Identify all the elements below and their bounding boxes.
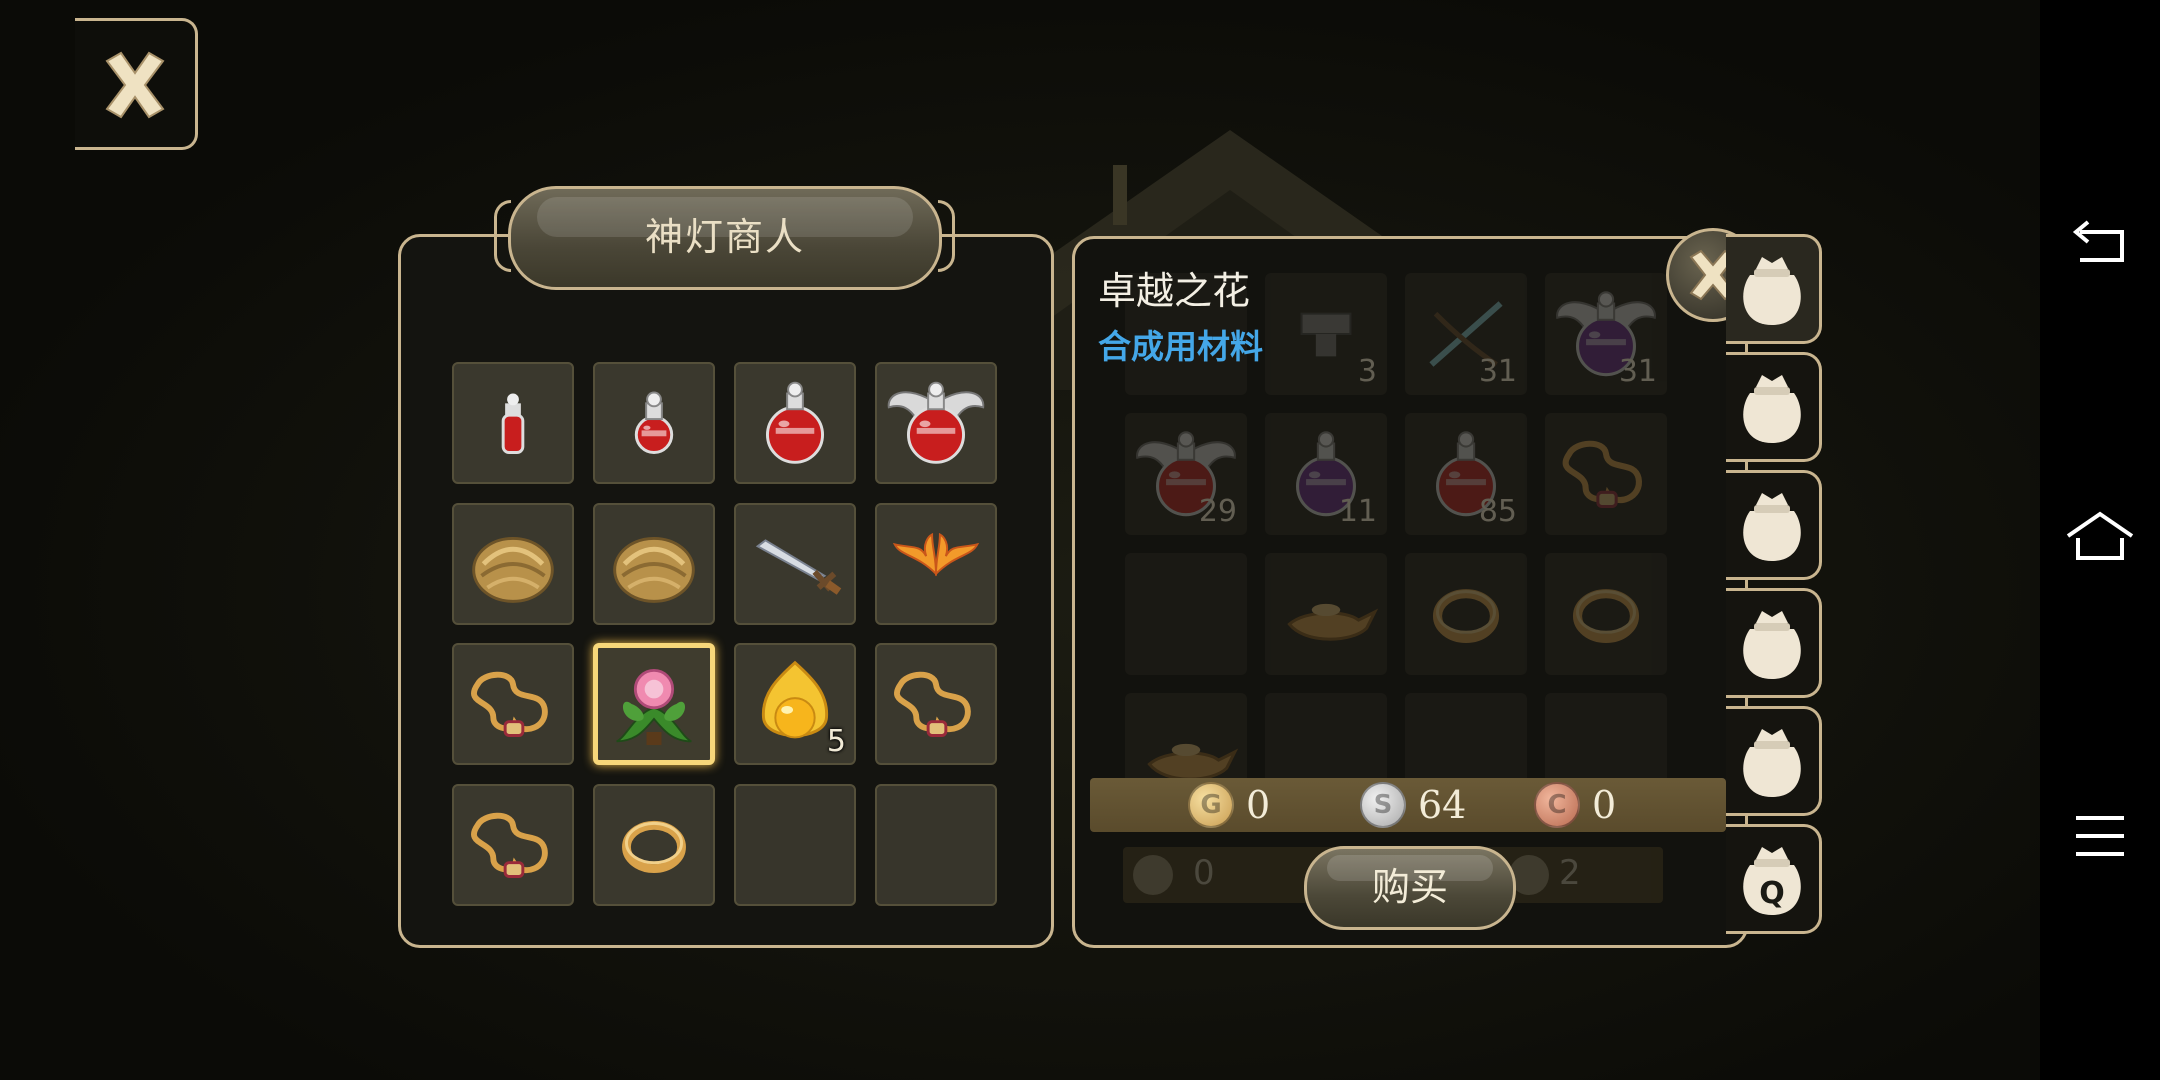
item-count: 5 <box>826 724 846 759</box>
gold-ring-icon <box>622 820 686 874</box>
menu-icon <box>2076 816 2124 856</box>
close-menu-button[interactable] <box>75 18 198 150</box>
price-silver: 64 <box>1418 783 1467 827</box>
shop-item-slot[interactable] <box>452 643 574 765</box>
home-button[interactable] <box>2060 498 2140 578</box>
item-count: 3 <box>1357 354 1377 389</box>
bag-icon <box>1743 257 1801 325</box>
price-bar: G 0 S 64 C 0 <box>1090 778 1726 832</box>
sword-icon <box>755 539 842 595</box>
gold-ring-icon <box>1432 589 1500 643</box>
shop-item-slot[interactable]: 5 <box>734 643 856 765</box>
empty-shop-slot[interactable] <box>875 784 997 906</box>
buy-button-label: 购买 <box>1371 865 1448 909</box>
bag-icon <box>1743 611 1801 679</box>
inventory-slot[interactable]: 29 <box>1125 413 1247 535</box>
gold-ore-icon <box>613 536 695 603</box>
gold-necklace-icon <box>894 671 971 737</box>
roof-pillar <box>1113 165 1127 225</box>
inventory-copper-value: 2 <box>1559 853 1581 893</box>
item-count: 11 <box>1338 494 1377 529</box>
inventory-slot[interactable]: 31 <box>1405 273 1527 395</box>
large-red-potion-icon <box>765 381 825 464</box>
quest-bag-icon: Q <box>1743 847 1801 915</box>
gold-coin-icon: G <box>1188 782 1234 828</box>
shop-item-slot[interactable] <box>875 362 997 484</box>
inventory-slot[interactable] <box>1405 553 1527 675</box>
close-icon <box>105 51 165 119</box>
shop-item-slot[interactable] <box>593 643 715 765</box>
shop-item-slot[interactable] <box>593 362 715 484</box>
shop-title-plate: 神灯商人 <box>508 186 942 290</box>
system-navigation-bar <box>2040 0 2160 1080</box>
shop-item-slot[interactable] <box>875 643 997 765</box>
shop-item-slot[interactable] <box>452 362 574 484</box>
gold-necklace-icon <box>471 671 548 737</box>
gold-necklace-icon <box>471 812 548 878</box>
shop-item-slot[interactable] <box>734 503 856 625</box>
bag-tab[interactable] <box>1726 234 1822 344</box>
item-count: 31 <box>1618 354 1657 389</box>
empty-shop-slot[interactable] <box>734 784 856 906</box>
shop-item-slot[interactable] <box>593 503 715 625</box>
svg-text:Q: Q <box>1759 876 1785 911</box>
home-icon <box>2066 511 2134 560</box>
menu-button[interactable] <box>2060 796 2140 876</box>
medium-red-potion-icon <box>634 391 674 454</box>
item-count: 31 <box>1478 354 1517 389</box>
gold-necklace-icon <box>1562 440 1642 509</box>
back-button[interactable] <box>2060 206 2140 286</box>
shop-item-slot[interactable] <box>875 503 997 625</box>
gold-coin-icon <box>1133 855 1173 895</box>
fire-wings-icon <box>892 532 980 577</box>
magic-lamp-icon <box>1287 603 1379 641</box>
gold-ring-icon <box>1572 589 1640 643</box>
inventory-slot[interactable]: 85 <box>1405 413 1527 535</box>
shop-title: 神灯商人 <box>644 215 805 259</box>
item-name: 卓越之花 <box>1098 269 1251 313</box>
bag-tab[interactable] <box>1726 706 1822 816</box>
bag-icon <box>1743 729 1801 797</box>
shop-item-slot[interactable] <box>452 784 574 906</box>
inventory-gold-value: 0 <box>1193 853 1215 893</box>
item-count: 29 <box>1198 494 1237 529</box>
inventory-slot[interactable]: 31 <box>1545 273 1667 395</box>
bag-tab[interactable] <box>1726 588 1822 698</box>
bag-tab[interactable]: Q <box>1726 824 1822 934</box>
winged-red-potion-icon <box>887 381 985 464</box>
back-icon <box>2072 220 2124 262</box>
shop-item-slot[interactable] <box>734 362 856 484</box>
copper-coin-icon: C <box>1534 782 1580 828</box>
bag-icon <box>1743 375 1801 443</box>
inventory-slot[interactable] <box>1265 553 1387 675</box>
inventory-slot[interactable] <box>1545 413 1667 535</box>
bag-tab[interactable] <box>1726 470 1822 580</box>
item-count: 85 <box>1478 494 1517 529</box>
price-copper: 0 <box>1592 783 1617 827</box>
buy-button[interactable]: 购买 <box>1304 846 1516 930</box>
item-type: 合成用材料 <box>1098 327 1263 366</box>
price-gold: 0 <box>1246 783 1271 827</box>
gold-ore-icon <box>472 536 554 603</box>
bag-icon <box>1743 493 1801 561</box>
shop-item-slot[interactable] <box>452 503 574 625</box>
inventory-slot[interactable]: 11 <box>1265 413 1387 535</box>
inventory-slot[interactable] <box>1125 553 1247 675</box>
bag-tab[interactable] <box>1726 352 1822 462</box>
flower-icon <box>616 669 692 746</box>
inventory-slot[interactable]: 3 <box>1265 273 1387 395</box>
small-red-potion-icon <box>501 393 525 454</box>
shop-item-slot[interactable] <box>593 784 715 906</box>
silver-coin-icon: S <box>1360 782 1406 828</box>
inventory-slot[interactable] <box>1545 553 1667 675</box>
